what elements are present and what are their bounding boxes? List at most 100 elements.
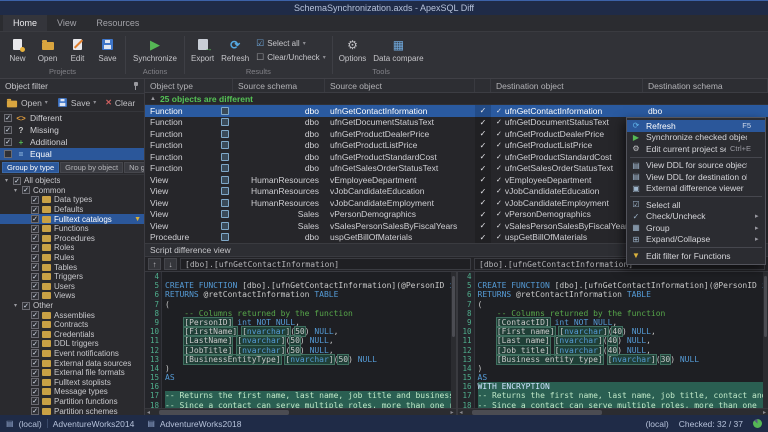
menu-item[interactable]: ⚙Edit current project settingsCtrl+E: [627, 143, 765, 155]
tree-checkbox[interactable]: [31, 196, 39, 204]
tab-group-by-object[interactable]: Group by object: [60, 162, 123, 173]
tree-item[interactable]: External file formats: [0, 368, 144, 378]
table-row[interactable]: FunctiondboufnGetContactInformation✓✓ufn…: [145, 105, 768, 117]
menu-item[interactable]: ▤View DDL for destination object: [627, 171, 765, 183]
column-destination-object[interactable]: Destination object: [491, 79, 643, 92]
group-row[interactable]: ▲ 25 objects are different: [145, 93, 768, 105]
clear-uncheck-button[interactable]: ☐Clear/Uncheck▾: [256, 52, 326, 63]
tree-checkbox[interactable]: [22, 186, 30, 194]
tree-item[interactable]: Functions: [0, 224, 144, 234]
tree-checkbox[interactable]: [31, 369, 39, 377]
tree-checkbox[interactable]: [31, 388, 39, 396]
menu-item[interactable]: ⟳RefreshF5: [627, 120, 765, 132]
filter-open-button[interactable]: Open▾: [6, 97, 48, 108]
filter-checkbox[interactable]: [4, 114, 12, 122]
select-all-button[interactable]: ☑Select all▾: [256, 38, 326, 49]
tree-item[interactable]: Procedures: [0, 234, 144, 244]
tree-item[interactable]: Roles: [0, 243, 144, 253]
row-checkbox[interactable]: ✓: [480, 198, 487, 207]
scroll-right-icon[interactable]: ▸: [450, 409, 453, 416]
scrollbar-thumb[interactable]: [159, 410, 289, 415]
column-source-schema[interactable]: Source schema: [233, 79, 325, 92]
tree-item[interactable]: Assemblies: [0, 310, 144, 320]
tree-item[interactable]: Rules: [0, 253, 144, 263]
tree-item[interactable]: Event notifications: [0, 349, 144, 359]
destination-code[interactable]: CREATE FUNCTION [dbo].[ufnGetContactInfo…: [475, 272, 768, 408]
horizontal-scrollbar[interactable]: ◂▸: [458, 408, 768, 415]
filter-clear-button[interactable]: ✕Clear: [105, 98, 135, 108]
options-button[interactable]: ⚙Options: [336, 37, 370, 64]
scrollbar-thumb[interactable]: [472, 410, 602, 415]
column-source-object[interactable]: Source object: [325, 79, 475, 92]
destination-database-label[interactable]: AdventureWorks2018: [160, 419, 242, 429]
tree-item[interactable]: Fulltext stoplists: [0, 377, 144, 387]
column-checkbox[interactable]: [475, 79, 491, 92]
tree-item[interactable]: ▾Other: [0, 301, 144, 311]
scroll-left-icon[interactable]: ◂: [460, 409, 463, 416]
filter-different[interactable]: <> Different: [0, 112, 144, 124]
tree-item[interactable]: Data types: [0, 195, 144, 205]
tree-checkbox[interactable]: [22, 302, 30, 310]
tree-checkbox[interactable]: [13, 177, 21, 185]
tree-item[interactable]: Views: [0, 291, 144, 301]
tree-checkbox[interactable]: [31, 292, 39, 300]
tree-checkbox[interactable]: [31, 234, 39, 242]
data-compare-button[interactable]: ▦Data compare: [370, 37, 426, 64]
filter-checkbox[interactable]: [4, 150, 12, 158]
row-checkbox[interactable]: ✓: [480, 175, 487, 184]
source-database-label[interactable]: AdventureWorks2014: [53, 419, 135, 429]
tree-checkbox[interactable]: [31, 244, 39, 252]
row-checkbox[interactable]: ✓: [480, 187, 487, 196]
filter-equal[interactable]: = Equal: [0, 148, 144, 160]
row-checkbox[interactable]: ✓: [480, 164, 487, 173]
tree-item[interactable]: Users: [0, 282, 144, 292]
vertical-scrollbar[interactable]: [763, 272, 768, 408]
tree-item[interactable]: Defaults: [0, 205, 144, 215]
horizontal-scrollbar[interactable]: ◂▸: [145, 408, 456, 415]
scroll-left-icon[interactable]: ◂: [147, 409, 150, 416]
tree-item[interactable]: External data sources: [0, 358, 144, 368]
refresh-button[interactable]: ⟳Refresh: [218, 37, 252, 64]
column-destination-schema[interactable]: Destination schema: [643, 79, 768, 92]
row-checkbox[interactable]: ✓: [480, 141, 487, 150]
scrollbar-thumb[interactable]: [764, 276, 767, 337]
tab-group-by-type[interactable]: Group by type: [2, 162, 59, 173]
tree-checkbox[interactable]: [31, 254, 39, 262]
menu-item[interactable]: ☑Select all: [627, 199, 765, 211]
source-script-pane[interactable]: 456789101112131415161718 CREATE FUNCTION…: [145, 272, 456, 415]
scroll-right-icon[interactable]: ▸: [763, 409, 766, 416]
tree-item[interactable]: Contracts: [0, 320, 144, 330]
pin-icon[interactable]: [132, 82, 139, 90]
tree-checkbox[interactable]: [31, 263, 39, 271]
tree-checkbox[interactable]: [31, 359, 39, 367]
tree-item[interactable]: Credentials: [0, 330, 144, 340]
tree-item[interactable]: Partition functions: [0, 397, 144, 407]
row-checkbox[interactable]: ✓: [480, 152, 487, 161]
filter-additional[interactable]: + Additional: [0, 136, 144, 148]
tree-checkbox[interactable]: [31, 282, 39, 290]
tree-checkbox[interactable]: [31, 311, 39, 319]
filter-checkbox[interactable]: [4, 126, 12, 134]
edit-button[interactable]: Edit: [63, 37, 92, 64]
tree-item[interactable]: Triggers: [0, 272, 144, 282]
menu-item[interactable]: ▣External difference viewer: [627, 183, 765, 195]
previous-difference-button[interactable]: ↑: [148, 258, 161, 270]
tree-item[interactable]: ▾All objects: [0, 176, 144, 186]
row-checkbox[interactable]: ✓: [480, 221, 487, 230]
tree-item[interactable]: Tables: [0, 262, 144, 272]
tab-home[interactable]: Home: [3, 15, 47, 31]
tree-item[interactable]: DDL triggers: [0, 339, 144, 349]
tree-checkbox[interactable]: [31, 407, 39, 415]
tree-checkbox[interactable]: [31, 378, 39, 386]
open-button[interactable]: Open: [33, 37, 62, 64]
scrollbar-thumb[interactable]: [452, 276, 455, 337]
row-checkbox[interactable]: ✓: [480, 129, 487, 138]
destination-script-pane[interactable]: 456789101112131415161718 CREATE FUNCTION…: [456, 272, 768, 415]
tree-checkbox[interactable]: [31, 273, 39, 281]
filter-save-button[interactable]: Save▾: [57, 97, 96, 108]
tree-item[interactable]: Partition schemes: [0, 406, 144, 415]
tree-checkbox[interactable]: [31, 206, 39, 214]
menu-item[interactable]: ✓Check/Uncheck▸: [627, 211, 765, 223]
new-button[interactable]: New: [3, 37, 32, 64]
row-checkbox[interactable]: ✓: [480, 233, 487, 242]
